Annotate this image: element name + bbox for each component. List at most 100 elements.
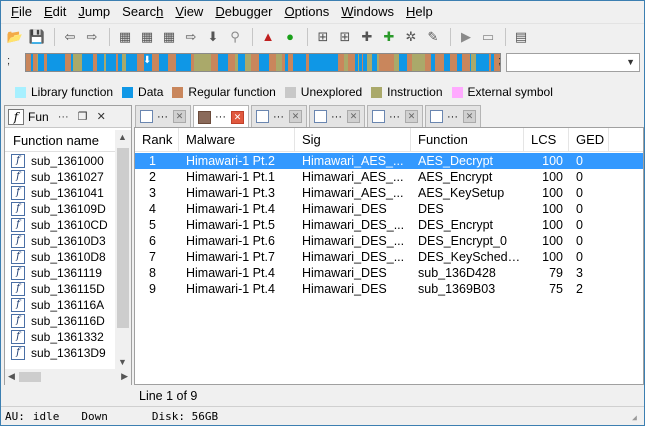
column-header-ged[interactable]: GED — [569, 128, 609, 152]
function-name-column-header[interactable]: Function name — [5, 130, 115, 152]
close-icon[interactable]: ✕ — [231, 110, 244, 124]
table-row[interactable]: 2 Himawari-1 Pt.1 Himawari_AES_... AES_Encr… — [135, 169, 643, 185]
table-row[interactable]: 5 Himawari-1 Pt.5 Himawari_DES_... DES_Encr… — [135, 217, 643, 233]
function-icon: f — [11, 154, 25, 168]
text-search-icon[interactable]: ▦ — [137, 27, 157, 47]
cell-ged: 0 — [576, 154, 583, 168]
function-list-item[interactable]: f sub_1361332 — [5, 329, 115, 345]
function-list-item[interactable]: f sub_13613D9 — [5, 345, 115, 361]
settings-icon[interactable]: ✲ — [401, 27, 421, 47]
forward-icon[interactable]: ⇨ — [82, 27, 102, 47]
function-list-item[interactable]: f sub_136115D — [5, 281, 115, 297]
open-file-icon[interactable]: 📂 — [5, 27, 25, 47]
tab-imports[interactable]: ··· ✕ — [425, 105, 481, 127]
function-list-item[interactable]: f sub_136116D — [5, 313, 115, 329]
nav-segment — [181, 54, 184, 71]
menu-edit[interactable]: Edit — [38, 1, 72, 23]
immediate-search-icon[interactable]: ▦ — [159, 27, 179, 47]
tab-structures[interactable]: ··· ✕ — [309, 105, 365, 127]
scroll-thumb[interactable] — [117, 148, 129, 328]
scroll-left-icon[interactable]: ◀ — [8, 371, 15, 382]
toolbar-separator — [505, 27, 506, 46]
function-list-item[interactable]: f sub_1361119 — [5, 265, 115, 281]
close-icon[interactable]: ✕ — [405, 110, 418, 123]
resize-grip-icon[interactable]: ◢ — [632, 413, 642, 423]
function-list-item[interactable]: f sub_1361027 — [5, 169, 115, 185]
column-header-malware[interactable]: Malware — [179, 128, 295, 152]
nav-segment — [482, 54, 489, 71]
navigation-strip[interactable]: ⬇ — [25, 53, 501, 72]
binary-search-icon[interactable]: ▦ — [115, 27, 135, 47]
menu-windows[interactable]: Windows — [335, 1, 400, 23]
legend-swatch — [15, 86, 26, 98]
function-name: sub_1361027 — [31, 170, 104, 184]
green-circle-icon[interactable]: ● — [280, 27, 300, 47]
menu-debugger[interactable]: Debugger — [209, 1, 278, 23]
ellipsis-icon[interactable]: ··· — [58, 111, 69, 123]
menu-jump[interactable]: Jump — [72, 1, 116, 23]
nav-left-marker: ; — [7, 55, 11, 67]
function-list-item[interactable]: f sub_13610D8 — [5, 249, 115, 265]
nav-segment — [93, 54, 97, 71]
menu-file[interactable]: File — [5, 1, 38, 23]
jump-icon[interactable]: ⇨ — [181, 27, 201, 47]
nav-position-marker-icon: ⬇ — [143, 55, 151, 66]
table-row[interactable]: 9 Himawari-1 Pt.4 Himawari_DES sub_1369B03 7… — [135, 281, 643, 297]
table-row[interactable]: 6 Himawari-1 Pt.6 Himawari_DES_... DES_Encr… — [135, 233, 643, 249]
create-function-icon[interactable]: ⊞ — [313, 27, 333, 47]
function-list-item[interactable]: f sub_13610D3 — [5, 233, 115, 249]
horizontal-scrollbar[interactable]: ◀ ▶ — [5, 369, 131, 385]
vertical-scrollbar[interactable]: ▲ ▼ — [115, 130, 131, 369]
menu-search[interactable]: Search — [116, 1, 169, 23]
menu-view[interactable]: View — [169, 1, 209, 23]
debugger-options-icon[interactable]: ▤ — [511, 27, 531, 47]
column-header-function[interactable]: Function — [411, 128, 524, 152]
create-struct-icon[interactable]: ⊞ — [335, 27, 355, 47]
plugin-icon[interactable]: ✚ — [379, 27, 399, 47]
nav-segment — [431, 54, 435, 71]
close-icon[interactable]: ✕ — [347, 110, 360, 123]
function-list-item[interactable]: f sub_13610CD — [5, 217, 115, 233]
function-list-item[interactable]: f sub_136109D — [5, 201, 115, 217]
table-row[interactable]: 4 Himawari-1 Pt.4 Himawari_DES DES 100 0 — [135, 201, 643, 217]
add-icon[interactable]: ✚ — [357, 27, 377, 47]
scroll-down-icon[interactable]: ▼ — [118, 357, 127, 367]
table-row[interactable]: 7 Himawari-1 Pt.7 Himawari_DES_... DES_KeyS… — [135, 249, 643, 265]
table-row[interactable]: 3 Himawari-1 Pt.3 Himawari_AES_... AES_KeyS… — [135, 185, 643, 201]
tab-malware-match[interactable]: ··· ✕ — [193, 105, 249, 128]
pause-icon[interactable]: ▭ — [478, 27, 498, 47]
segment-dropdown[interactable]: ▼ — [506, 53, 640, 72]
tab-ida-view[interactable]: ··· ✕ — [135, 105, 191, 127]
menu-help[interactable]: Help — [400, 1, 439, 23]
warning-icon[interactable]: ▲ — [258, 27, 278, 47]
column-header-lcs[interactable]: LCS — [524, 128, 569, 152]
function-list-item[interactable]: f sub_1361041 — [5, 185, 115, 201]
function-list-item[interactable]: f sub_136116A — [5, 297, 115, 313]
function-icon: f — [11, 250, 25, 264]
scroll-up-icon[interactable]: ▲ — [118, 132, 127, 142]
tab-strings[interactable]: ··· ✕ — [367, 105, 423, 127]
download-icon[interactable]: ⬇ — [203, 27, 223, 47]
nav-segment — [333, 54, 338, 71]
save-icon[interactable]: 💾 — [27, 27, 47, 47]
table-row[interactable]: 8 Himawari-1 Pt.4 Himawari_DES sub_136D428 7… — [135, 265, 643, 281]
column-header-sig[interactable]: Sig — [295, 128, 411, 152]
tab-hex-view[interactable]: ··· ✕ — [251, 105, 307, 127]
play-icon[interactable]: ▶ — [456, 27, 476, 47]
hscroll-thumb[interactable] — [19, 372, 41, 382]
lock-icon[interactable]: ⚲ — [225, 27, 245, 47]
close-icon[interactable]: ✕ — [289, 110, 302, 123]
edit-icon[interactable]: ✎ — [423, 27, 443, 47]
table-row[interactable]: 1 Himawari-1 Pt.2 Himawari_AES_... AES_Decr… — [135, 153, 643, 169]
close-icon[interactable]: ✕ — [463, 110, 476, 123]
menu-options[interactable]: Options — [278, 1, 335, 23]
function-list-item[interactable]: f sub_1361000 — [5, 153, 115, 169]
close-icon[interactable]: ✕ — [173, 110, 186, 123]
close-icon[interactable]: ✕ — [97, 110, 106, 123]
nav-segment — [246, 54, 251, 71]
column-header-rank[interactable]: Rank — [135, 128, 179, 152]
restore-icon[interactable]: ❐ — [78, 110, 88, 123]
scroll-right-icon[interactable]: ▶ — [121, 371, 128, 382]
nav-segment — [251, 54, 257, 71]
back-icon[interactable]: ⇦ — [60, 27, 80, 47]
